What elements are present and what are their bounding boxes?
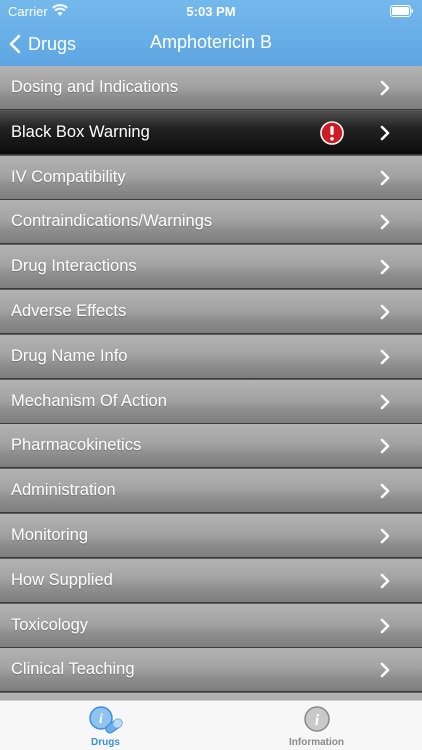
menu-item-drug-interactions[interactable]: Drug Interactions: [0, 245, 422, 290]
drugs-info-pill-icon: i: [89, 706, 123, 734]
tab-bar: i Drugs i Information: [0, 700, 422, 750]
menu-item-label: Black Box Warning: [11, 122, 150, 141]
chevron-right-icon: [380, 215, 390, 230]
tab-drugs[interactable]: i Drugs: [0, 701, 211, 750]
menu-item-label: Monitoring: [11, 525, 89, 544]
tab-information[interactable]: i Information: [211, 701, 422, 750]
header: Carrier 5:03 PM Drugs Amphotericin B: [0, 0, 422, 66]
menu-list: Dosing and Indications Black Box Warning…: [0, 66, 422, 700]
chevron-right-icon: [380, 80, 390, 96]
menu-item-label: Mechanism Of Action: [11, 391, 167, 410]
chevron-right-icon: [380, 573, 390, 589]
menu-item-label: How Supplied: [11, 570, 113, 589]
page-title: Amphotericin B: [149, 32, 273, 52]
tab-label: Drugs: [91, 737, 120, 748]
chevron-right-icon: [380, 349, 390, 365]
menu-item-iv-compatibility[interactable]: IV Compatibility: [0, 155, 422, 200]
menu-item-monitoring[interactable]: Monitoring: [0, 513, 422, 558]
chevron-right-icon: [380, 528, 390, 544]
menu-item-toxicology[interactable]: Toxicology: [0, 603, 422, 648]
menu-item-administration[interactable]: Administration: [0, 469, 422, 514]
chevron-right-icon: [380, 439, 390, 454]
nav-bar: Drugs Amphotericin B: [0, 22, 422, 66]
chevron-right-icon: [380, 663, 390, 678]
menu-item-clinical-teaching[interactable]: Clinical Teaching: [0, 648, 422, 693]
svg-text:i: i: [99, 712, 103, 727]
menu-item-label: Dosing and Indications: [11, 78, 178, 96]
menu-item-label: Contraindications/Warnings: [11, 212, 213, 231]
menu-item-dosing-and-indications[interactable]: Dosing and Indications: [0, 66, 422, 110]
menu-item-mechanism-of-action[interactable]: Mechanism Of Action: [0, 379, 422, 424]
menu-item-label: Administration: [11, 481, 116, 500]
chevron-right-icon: [380, 394, 390, 409]
menu-item-drug-name-info[interactable]: Drug Name Info: [0, 334, 422, 379]
chevron-right-icon: [380, 259, 390, 275]
chevron-right-icon: [380, 618, 390, 633]
menu-item-label: Clinical Teaching: [11, 660, 135, 679]
menu-item-label: IV Compatibility: [11, 167, 126, 186]
status-bar: Carrier 5:03 PM: [0, 0, 422, 22]
info-icon: i: [304, 706, 330, 732]
tab-label: Information: [289, 737, 344, 748]
menu-item-how-supplied[interactable]: How Supplied: [0, 558, 422, 603]
menu-item-label: Toxicology: [11, 615, 89, 634]
exclamation-circle-icon: [320, 120, 344, 145]
chevron-right-icon: [380, 125, 390, 141]
chevron-right-icon: [380, 483, 390, 499]
menu-item-partial[interactable]: [0, 693, 422, 700]
chevron-right-icon: [380, 304, 390, 320]
menu-item-label: Adverse Effects: [11, 301, 127, 320]
menu-item-pharmacokinetics[interactable]: Pharmacokinetics: [0, 424, 422, 469]
chevron-right-icon: [380, 170, 390, 185]
menu-item-contraindications-warnings[interactable]: Contraindications/Warnings: [0, 200, 422, 245]
menu-item-label: Drug Interactions: [11, 257, 137, 276]
menu-item-adverse-effects[interactable]: Adverse Effects: [0, 289, 422, 334]
menu-item-black-box-warning[interactable]: Black Box Warning: [0, 110, 422, 155]
menu-item-label: Drug Name Info: [11, 346, 128, 365]
menu-item-label: Pharmacokinetics: [11, 436, 142, 455]
svg-text:i: i: [315, 712, 320, 729]
status-time: 5:03 PM: [186, 4, 236, 19]
battery-icon: [390, 5, 413, 17]
